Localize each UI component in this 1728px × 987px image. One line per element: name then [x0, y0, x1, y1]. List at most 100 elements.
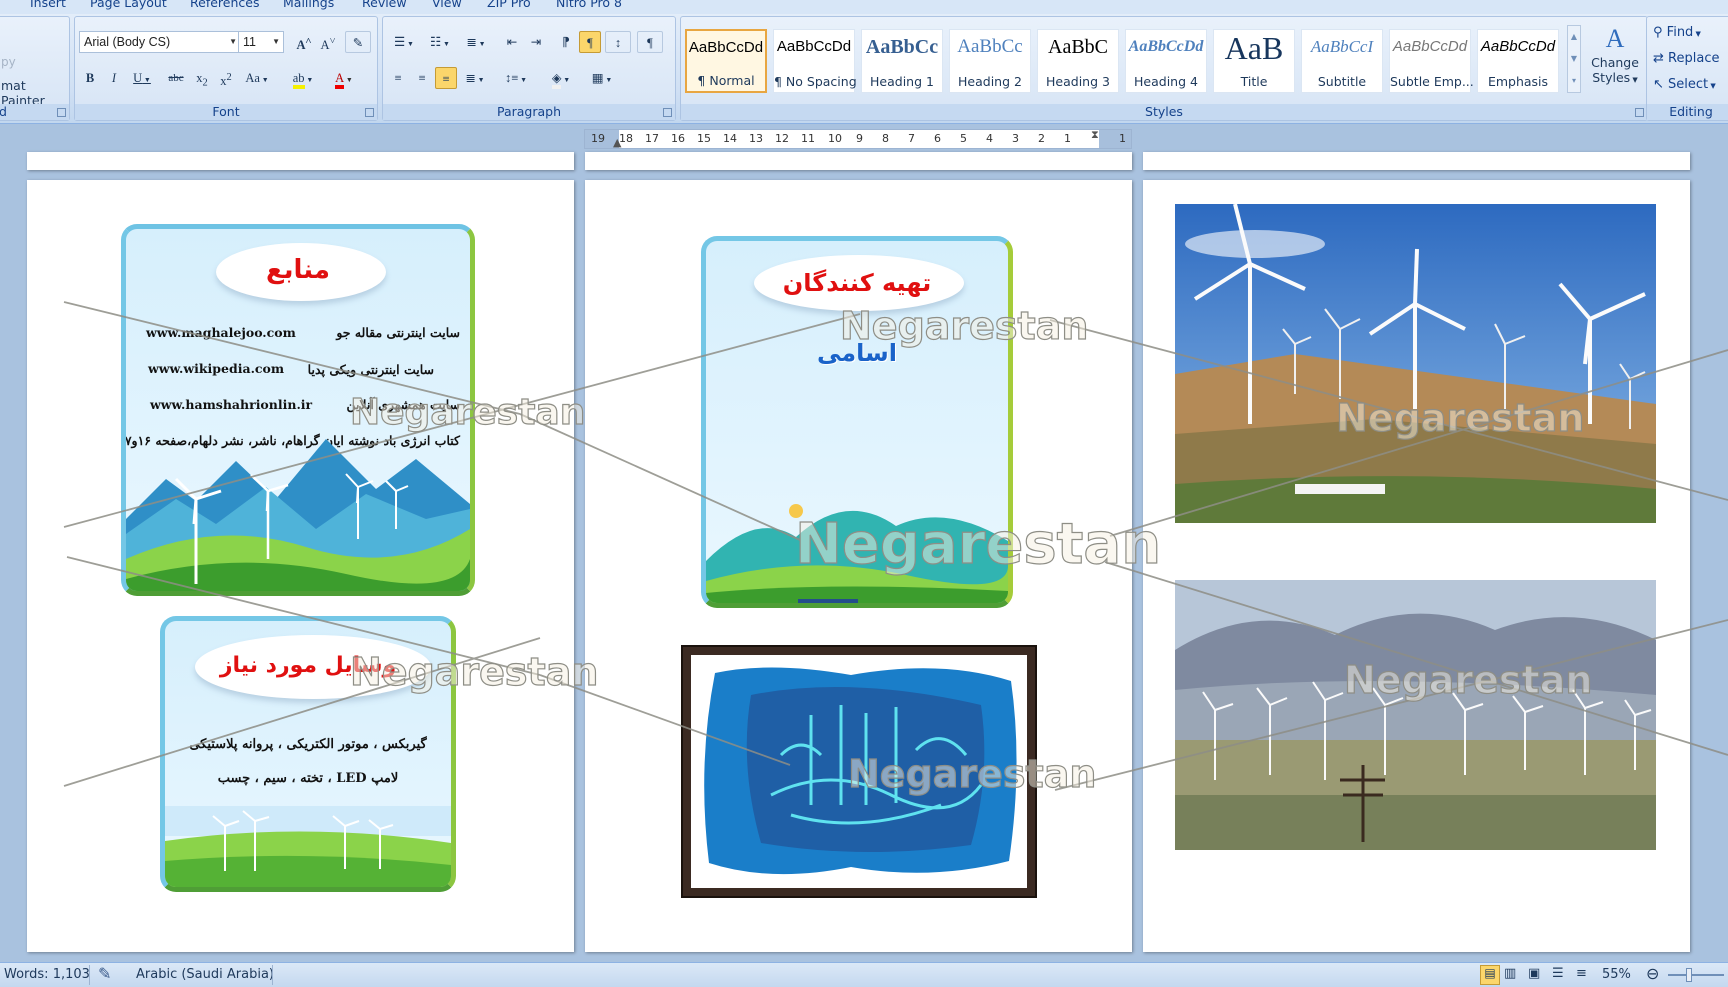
- replace-button[interactable]: ⇄ Replace: [1653, 51, 1719, 66]
- zoom-slider-handle[interactable]: [1686, 968, 1692, 982]
- superscript-icon[interactable]: x2: [215, 67, 237, 89]
- sort-icon[interactable]: ↕: [605, 31, 631, 53]
- paragraph-group-label: Paragraph: [383, 104, 675, 120]
- tab-zip-pro[interactable]: ZIP Pro: [487, 0, 531, 10]
- subscript-icon[interactable]: x2: [191, 67, 213, 89]
- font-name-value: Arial (Body CS): [84, 35, 171, 49]
- styles-dialog-launcher-icon[interactable]: [1635, 108, 1644, 117]
- align-center-icon[interactable]: ≡: [411, 67, 433, 89]
- paragraph-dialog-launcher-icon[interactable]: [663, 108, 672, 117]
- borders-icon[interactable]: ▦ ▼: [585, 67, 619, 89]
- change-case-icon[interactable]: Aa ▼: [241, 67, 273, 89]
- style-title[interactable]: AaB Title: [1213, 29, 1295, 93]
- ruler-tick: 6: [934, 132, 941, 145]
- style-normal[interactable]: AaBbCcDd ¶ Normal: [685, 29, 767, 93]
- style-name: ¶ Normal: [697, 73, 755, 88]
- zoom-slider[interactable]: [1668, 974, 1724, 976]
- style-preview: AaBbCcI: [1310, 37, 1374, 56]
- binoculars-icon: ⚲: [1653, 25, 1663, 40]
- document-page-3[interactable]: [1143, 180, 1690, 952]
- left-indent-marker-icon[interactable]: ▲: [613, 136, 621, 148]
- web-layout-icon[interactable]: ▣: [1528, 966, 1540, 981]
- zoom-level[interactable]: 55%: [1602, 967, 1631, 982]
- tab-references[interactable]: References: [190, 0, 259, 10]
- replace-icon: ⇄: [1653, 51, 1664, 66]
- align-right-icon[interactable]: ≡: [435, 67, 457, 89]
- style-emphasis[interactable]: AaBbCcDd Emphasis: [1477, 29, 1559, 93]
- first-line-indent-marker-icon[interactable]: ⧗: [1091, 130, 1099, 142]
- font-dialog-launcher-icon[interactable]: [365, 108, 374, 117]
- replace-label: Replace: [1668, 51, 1720, 66]
- ruler-tick: 2: [1038, 132, 1045, 145]
- style-heading-4[interactable]: AaBbCcDd Heading 4: [1125, 29, 1207, 93]
- zoom-out-icon[interactable]: ⊖: [1646, 964, 1659, 983]
- styles-gallery-scroll[interactable]: ▲ ▼ ▾: [1567, 25, 1581, 93]
- shrink-font-icon[interactable]: A˅: [317, 31, 339, 53]
- outline-icon[interactable]: ☰: [1552, 966, 1564, 981]
- show-formatting-icon[interactable]: ¶: [637, 31, 663, 53]
- styles-group: AaBbCcDd ¶ Normal AaBbCcDd ¶ No Spacing Aa…: [680, 16, 1648, 121]
- tab-nitro-pro[interactable]: Nitro Pro 8: [556, 0, 622, 10]
- ruler-tick: 10: [828, 132, 842, 145]
- style-heading-3[interactable]: AaBbC Heading 3: [1037, 29, 1119, 93]
- proofing-icon[interactable]: ✎: [98, 964, 111, 983]
- bold-icon[interactable]: B: [79, 67, 101, 89]
- change-styles-icon: A: [1605, 24, 1625, 53]
- full-screen-reading-icon[interactable]: ▥: [1504, 966, 1516, 981]
- bullets-icon[interactable]: ☰ ▼: [387, 31, 421, 53]
- select-button[interactable]: ↖ Select ▼: [1653, 77, 1716, 92]
- print-layout-icon[interactable]: ▤: [1480, 965, 1500, 985]
- watermark-text: Negarestan: [349, 649, 599, 694]
- ruler-tick: 13: [749, 132, 763, 145]
- justify-icon[interactable]: ≣ ▼: [459, 67, 491, 89]
- font-name-dropdown[interactable]: Arial (Body CS) ▼: [79, 31, 241, 53]
- increase-indent-icon[interactable]: ⇥: [525, 31, 547, 53]
- highlight-icon[interactable]: ab ▼: [285, 67, 321, 89]
- status-bar: Words: 1,103 ✎ Arabic (Saudi Arabia) ▤ ▥…: [0, 962, 1728, 987]
- decrease-indent-icon[interactable]: ⇤: [501, 31, 523, 53]
- change-styles-label-2: Styles ▼: [1592, 70, 1638, 85]
- tab-mailings[interactable]: Mailings: [283, 0, 334, 10]
- numbering-icon[interactable]: ☷ ▼: [423, 31, 457, 53]
- select-label: Select: [1668, 77, 1709, 92]
- ltr-icon[interactable]: ⁋: [555, 31, 577, 53]
- style-preview: AaBbCc: [865, 36, 939, 58]
- clipboard-dialog-launcher-icon[interactable]: [57, 108, 66, 117]
- rtl-icon[interactable]: ¶: [579, 31, 601, 53]
- multilevel-list-icon[interactable]: ≣ ▼: [459, 31, 493, 53]
- style-heading-1[interactable]: AaBbCc Heading 1: [861, 29, 943, 93]
- styles-group-label: Styles: [681, 104, 1647, 120]
- tab-view[interactable]: View: [432, 0, 462, 10]
- tab-review[interactable]: Review: [362, 0, 407, 10]
- language-indicator[interactable]: Arabic (Saudi Arabia): [136, 967, 274, 982]
- document-page-1[interactable]: منابع سایت اینترنتی مقاله جو www.maghale…: [27, 180, 574, 952]
- change-styles-button[interactable]: A Change Styles ▼: [1587, 23, 1643, 97]
- style-no-spacing[interactable]: AaBbCcDd ¶ No Spacing: [773, 29, 857, 93]
- line-spacing-icon[interactable]: ↕≡ ▼: [499, 67, 533, 89]
- copy-button[interactable]: py: [1, 55, 16, 69]
- clipboard-group: py mat Painter d: [0, 16, 70, 121]
- align-left-icon[interactable]: ≡: [387, 67, 409, 89]
- font-size-dropdown[interactable]: 11 ▼: [238, 31, 284, 53]
- tab-page-layout[interactable]: Page Layout: [90, 0, 167, 10]
- word-count[interactable]: Words: 1,103: [4, 967, 90, 982]
- style-preview: AaBbCcDd: [1480, 38, 1556, 55]
- draft-icon[interactable]: ≡: [1576, 966, 1587, 981]
- strikethrough-icon[interactable]: abc: [163, 67, 189, 89]
- page-strip-1: [27, 152, 574, 170]
- horizontal-ruler[interactable]: 19 18 17 16 15 14 13 12 11 10 9 8 7 6 5 …: [584, 129, 1132, 149]
- find-button[interactable]: ⚲ Find ▼: [1653, 25, 1701, 40]
- style-subtle-emphasis[interactable]: AaBbCcDd Subtle Emp...: [1389, 29, 1474, 93]
- ribbon: py mat Painter d Arial (Body CS) ▼ 11 ▼ A˄…: [0, 14, 1728, 124]
- font-color-icon[interactable]: A ▼: [327, 67, 361, 89]
- chevron-down-icon: ▼: [272, 37, 280, 46]
- shading-icon[interactable]: ◈ ▼: [543, 67, 579, 89]
- tab-insert[interactable]: Insert: [30, 0, 66, 10]
- style-heading-2[interactable]: AaBbCc Heading 2: [949, 29, 1031, 93]
- grow-font-icon[interactable]: A˄: [293, 31, 315, 53]
- italic-icon[interactable]: I: [103, 67, 125, 89]
- style-subtitle[interactable]: AaBbCcI Subtitle: [1301, 29, 1383, 93]
- underline-icon[interactable]: U ▼: [127, 67, 157, 89]
- cursor-icon: ↖: [1653, 77, 1664, 92]
- clear-formatting-icon[interactable]: ✎: [345, 31, 371, 53]
